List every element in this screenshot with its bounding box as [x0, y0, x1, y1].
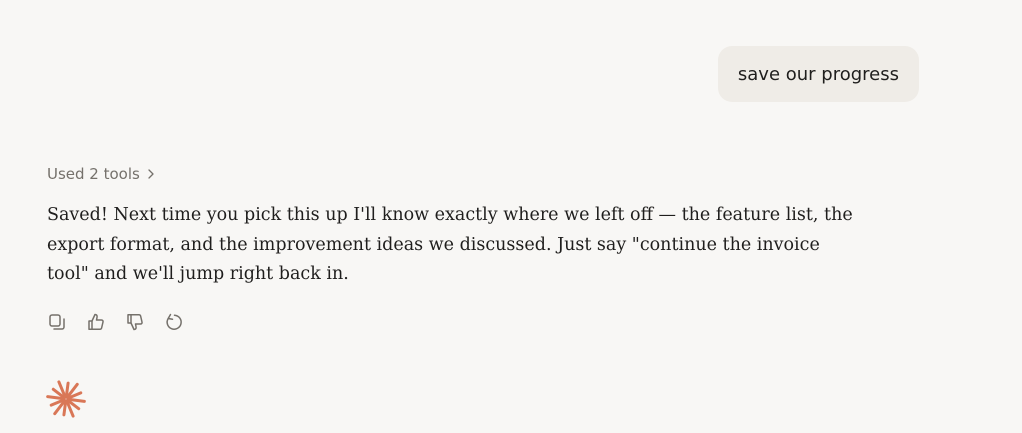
tools-used-toggle[interactable]: Used 2 tools: [47, 165, 156, 183]
thumbs-up-button[interactable]: [85, 311, 107, 333]
copy-button[interactable]: [46, 311, 68, 333]
message-actions: [46, 311, 185, 333]
tools-used-label: Used 2 tools: [47, 165, 140, 183]
thumbs-up-icon: [88, 313, 104, 331]
claude-logo-icon: [46, 380, 86, 418]
user-message-bubble: save our progress: [717, 46, 919, 102]
user-message-text: save our progress: [737, 63, 899, 85]
thumbs-down-button[interactable]: [124, 311, 146, 333]
thumbs-down-icon: [127, 313, 143, 331]
chevron-right-icon: [146, 168, 156, 180]
retry-button[interactable]: [163, 311, 185, 333]
assistant-response-text: Saved! Next time you pick this up I'll k…: [47, 205, 853, 284]
copy-icon: [49, 314, 65, 330]
retry-icon: [166, 313, 182, 330]
